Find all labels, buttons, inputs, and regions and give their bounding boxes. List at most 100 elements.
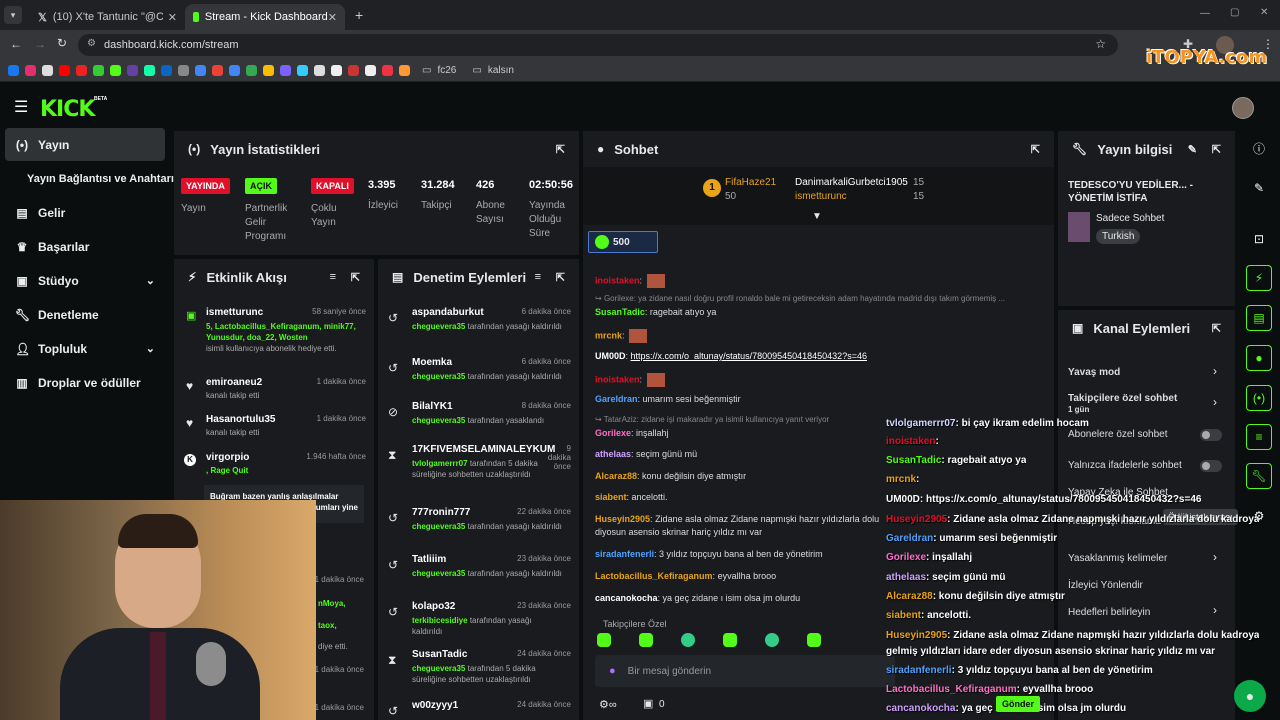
tab-kick-dashboard[interactable]: Stream - Kick Dashboard ✕ <box>185 4 345 30</box>
chat-username[interactable]: Gorilexe <box>595 428 631 438</box>
chat-username[interactable]: mrcnk <box>595 330 622 340</box>
emote-icon[interactable] <box>765 633 779 647</box>
bookmark-icon[interactable] <box>8 65 19 76</box>
action-slow-mode[interactable]: Yavaş mod <box>1068 367 1120 378</box>
chat-link[interactable]: https://x.com/o_altunay/status/780095450… <box>631 351 867 361</box>
user-avatar[interactable] <box>1232 97 1254 119</box>
bolt-icon[interactable]: ⚡︎ <box>1246 265 1272 291</box>
moderator-name[interactable]: cheguevera35 <box>412 569 465 578</box>
bookmark-icon[interactable] <box>42 65 53 76</box>
bookmark-icon[interactable] <box>229 65 240 76</box>
category-name[interactable]: Sadece Sohbet <box>1096 213 1164 224</box>
chat-username[interactable]: inoistaken <box>595 275 640 285</box>
action-subscribers-only[interactable]: Abonelere özel sohbet <box>1068 429 1168 440</box>
bookmark-icon[interactable] <box>110 65 121 76</box>
leader-name[interactable]: DanimarkaliGurbetci1905 <box>795 177 908 188</box>
action-banned-words[interactable]: Yasaklanmış kelimeler <box>1068 553 1167 564</box>
sidebar-item-droplar[interactable]: ▥ Droplar ve ödüller <box>5 366 165 399</box>
settings-icon[interactable]: ⚙∞ <box>599 698 617 711</box>
expand-icon[interactable]: ▼ <box>812 211 822 222</box>
wrench-icon[interactable]: 🔧︎ <box>1246 463 1272 489</box>
bookmark-icon[interactable] <box>76 65 87 76</box>
minimize-icon[interactable]: — <box>1200 8 1210 19</box>
info-icon[interactable]: ⓘ <box>1246 135 1272 161</box>
chat-username[interactable]: siabent <box>595 492 627 502</box>
popout-icon[interactable]: ⇱ <box>556 271 565 284</box>
broadcast-icon[interactable]: (•) <box>1246 385 1272 411</box>
back-icon[interactable]: ← <box>10 37 22 51</box>
sidebar-item-gelir[interactable]: ▤ Gelir <box>5 196 165 229</box>
moderator-name[interactable]: cheguevera35 <box>412 322 465 331</box>
list-icon[interactable]: ≡ <box>1246 424 1272 450</box>
sidebar-item-basarilar[interactable]: ♛ Başarılar <box>5 230 165 263</box>
bookmark-icon[interactable] <box>263 65 274 76</box>
chat-input[interactable]: ● Bir mesaj gönderin <box>595 655 895 687</box>
bookmark-icon[interactable] <box>399 65 410 76</box>
edit-icon[interactable]: ✎ <box>1246 175 1272 201</box>
action-goals[interactable]: Hedefleri belirleyin <box>1068 607 1150 618</box>
bookmark-icon[interactable] <box>365 65 376 76</box>
send-button[interactable]: Gönder <box>996 696 1040 712</box>
bookmark-star-icon[interactable]: ☆ <box>1095 37 1106 51</box>
sidebar-item-studyo[interactable]: ▣ Stüdyo ⌄ <box>5 264 165 297</box>
bookmark-icon[interactable] <box>246 65 257 76</box>
maximize-icon[interactable]: ▢ <box>1230 7 1239 18</box>
hamburger-menu-icon[interactable]: ☰ <box>14 97 28 117</box>
chat-username[interactable]: Gareldran <box>595 394 638 404</box>
chat-username[interactable]: siradanfenerli <box>595 549 654 559</box>
gift-icon[interactable]: ▣ <box>643 697 653 710</box>
chat-username[interactable]: Lactobacillus_Kefiraganum <box>595 571 713 581</box>
bookmark-icon[interactable] <box>280 65 291 76</box>
popout-icon[interactable]: ⇱ <box>1212 322 1221 335</box>
new-tab-icon[interactable]: + <box>355 7 363 23</box>
bookmark-folder-kalsin[interactable]: kalsın <box>488 65 514 76</box>
chat-bubble-icon[interactable]: ● <box>1246 345 1272 371</box>
filter-icon[interactable]: ≡ <box>535 271 541 283</box>
bookmark-icon[interactable] <box>195 65 206 76</box>
tab-x[interactable]: 𝕏 (10) X'te Tantunic "@CemSeak1: ✕ <box>30 4 185 30</box>
tab-search-button[interactable]: ▾ <box>4 6 22 24</box>
bookmark-icon[interactable] <box>127 65 138 76</box>
emote-icon[interactable] <box>597 633 611 647</box>
bookmark-icon[interactable] <box>348 65 359 76</box>
bookmark-icon[interactable] <box>178 65 189 76</box>
chat-username[interactable]: SusanTadic <box>595 307 645 317</box>
action-followers-only[interactable]: Takipçilere özel sohbet <box>1068 393 1177 404</box>
emote-icon[interactable] <box>723 633 737 647</box>
bookmark-folder-fc26[interactable]: fc26 <box>437 65 456 76</box>
chat-username[interactable]: inoistaken <box>595 374 640 384</box>
chat-username[interactable]: Alcaraz88 <box>595 471 637 481</box>
popout-icon[interactable]: ⇱ <box>1031 143 1040 156</box>
microphone-icon[interactable]: ● <box>609 665 616 677</box>
support-chat-button[interactable]: ● <box>1234 680 1266 712</box>
bookmark-icon[interactable] <box>161 65 172 76</box>
chat-username[interactable]: Huseyin2905 <box>595 514 650 524</box>
chat-username[interactable]: cancanokocha <box>595 593 658 603</box>
moderator-name[interactable]: cheguevera35 <box>412 522 465 531</box>
bookmark-icon[interactable] <box>59 65 70 76</box>
bookmark-icon[interactable] <box>212 65 223 76</box>
emotes-only-toggle[interactable] <box>1200 460 1222 472</box>
fullscreen-icon[interactable]: ⊡ <box>1246 226 1272 252</box>
moderator-name[interactable]: cheguevera35 <box>412 416 465 425</box>
sidebar-item-stream-key[interactable]: Yayın Bağlantısı ve Anahtarı <box>17 162 174 195</box>
bookmark-icon[interactable] <box>382 65 393 76</box>
moderator-name[interactable]: cheguevera35 <box>412 664 465 673</box>
action-emotes-only[interactable]: Yalnızca ifadelerle sohbet <box>1068 460 1182 471</box>
bookmark-icon[interactable] <box>314 65 325 76</box>
viewer-count-pill[interactable]: 500 <box>588 231 658 253</box>
moderator-name[interactable]: terkibicesidiye <box>412 616 468 625</box>
kick-logo[interactable]: KICK <box>40 97 95 122</box>
bookmark-icon[interactable] <box>93 65 104 76</box>
moderator-name[interactable]: cheguevera35 <box>412 372 465 381</box>
chat-username[interactable]: UM00D <box>595 351 626 361</box>
leader-name[interactable]: FifaHaze21 <box>725 177 776 188</box>
edit-icon[interactable]: ✎ <box>1188 143 1197 156</box>
popout-icon[interactable]: ⇱ <box>1212 143 1221 156</box>
emote-icon[interactable] <box>807 633 821 647</box>
emote-icon[interactable] <box>639 633 653 647</box>
emote-icon[interactable] <box>681 633 695 647</box>
bookmark-icon[interactable] <box>331 65 342 76</box>
document-icon[interactable]: ▤ <box>1246 305 1272 331</box>
sidebar-item-topluluk[interactable]: 👤︎ Topluluk ⌄ <box>5 332 165 365</box>
